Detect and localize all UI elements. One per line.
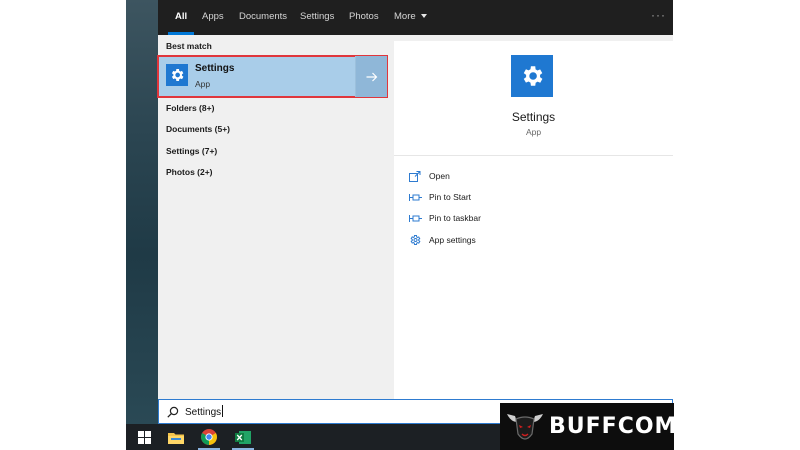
open-details-button[interactable] <box>355 56 387 97</box>
gear-icon <box>511 55 553 97</box>
file-explorer-icon <box>168 432 184 444</box>
taskbar-excel[interactable] <box>228 424 258 450</box>
gear-icon <box>408 233 422 247</box>
start-button[interactable] <box>130 424 158 450</box>
search-input[interactable]: Settings <box>185 405 224 418</box>
watermark-text: BUFFCOM <box>549 414 678 439</box>
best-match-result[interactable]: Settings App <box>157 55 388 98</box>
more-options-button[interactable]: ··· <box>651 0 666 35</box>
chrome-icon <box>201 429 217 445</box>
action-pin-to-taskbar-label: Pin to taskbar <box>429 213 481 223</box>
pin-icon <box>408 211 422 225</box>
preview-title: Settings <box>511 110 556 124</box>
search-icon <box>167 405 179 423</box>
tab-more-label: More <box>394 11 416 22</box>
divider <box>394 155 673 156</box>
category-photos[interactable]: Photos (2+) <box>166 167 213 177</box>
preview-subtitle: App <box>525 127 542 137</box>
tab-settings[interactable]: Settings <box>300 0 334 35</box>
tab-apps[interactable]: Apps <box>202 0 224 35</box>
category-settings[interactable]: Settings (7+) <box>166 146 217 156</box>
taskbar-file-explorer[interactable] <box>162 424 190 450</box>
best-match-name: Settings <box>195 63 235 74</box>
preview-pane: Settings App Open Pin to Start Pin to ta <box>394 41 673 400</box>
action-app-settings-label: App settings <box>429 235 476 245</box>
windows-start-icon <box>137 430 151 444</box>
pin-icon <box>408 190 422 204</box>
results-list: Best match Settings App Folders (8+) Doc… <box>157 35 391 400</box>
caret-down-icon <box>420 14 427 18</box>
tab-more[interactable]: More <box>394 0 427 35</box>
bull-logo-icon <box>507 414 543 440</box>
search-menu: All Apps Documents Settings Photos More … <box>157 0 673 424</box>
arrow-right-icon <box>366 72 377 81</box>
desktop-wallpaper <box>126 0 158 424</box>
action-pin-to-taskbar[interactable]: Pin to taskbar <box>408 211 481 225</box>
text-cursor <box>222 405 224 417</box>
open-icon <box>408 169 422 183</box>
category-folders[interactable]: Folders (8+) <box>166 103 214 113</box>
tab-photos[interactable]: Photos <box>349 0 379 35</box>
tab-all[interactable]: All <box>167 0 195 35</box>
taskbar-chrome[interactable] <box>194 424 224 450</box>
category-documents[interactable]: Documents (5+) <box>166 124 230 134</box>
search-input-value: Settings <box>185 407 222 418</box>
action-pin-to-start-label: Pin to Start <box>429 192 472 202</box>
gear-icon <box>166 64 188 86</box>
screenshot: All Apps Documents Settings Photos More … <box>126 0 673 450</box>
buffcom-watermark: BUFFCOM <box>500 403 678 450</box>
best-match-type: App <box>195 79 211 89</box>
action-app-settings[interactable]: App settings <box>408 233 476 247</box>
tab-documents[interactable]: Documents <box>239 0 287 35</box>
best-match-heading: Best match <box>166 41 212 51</box>
action-pin-to-start[interactable]: Pin to Start <box>408 190 471 204</box>
action-open-label: Open <box>429 171 450 181</box>
excel-icon <box>235 430 251 444</box>
action-open[interactable]: Open <box>408 169 450 183</box>
filter-tab-bar: All Apps Documents Settings Photos More … <box>158 0 673 35</box>
